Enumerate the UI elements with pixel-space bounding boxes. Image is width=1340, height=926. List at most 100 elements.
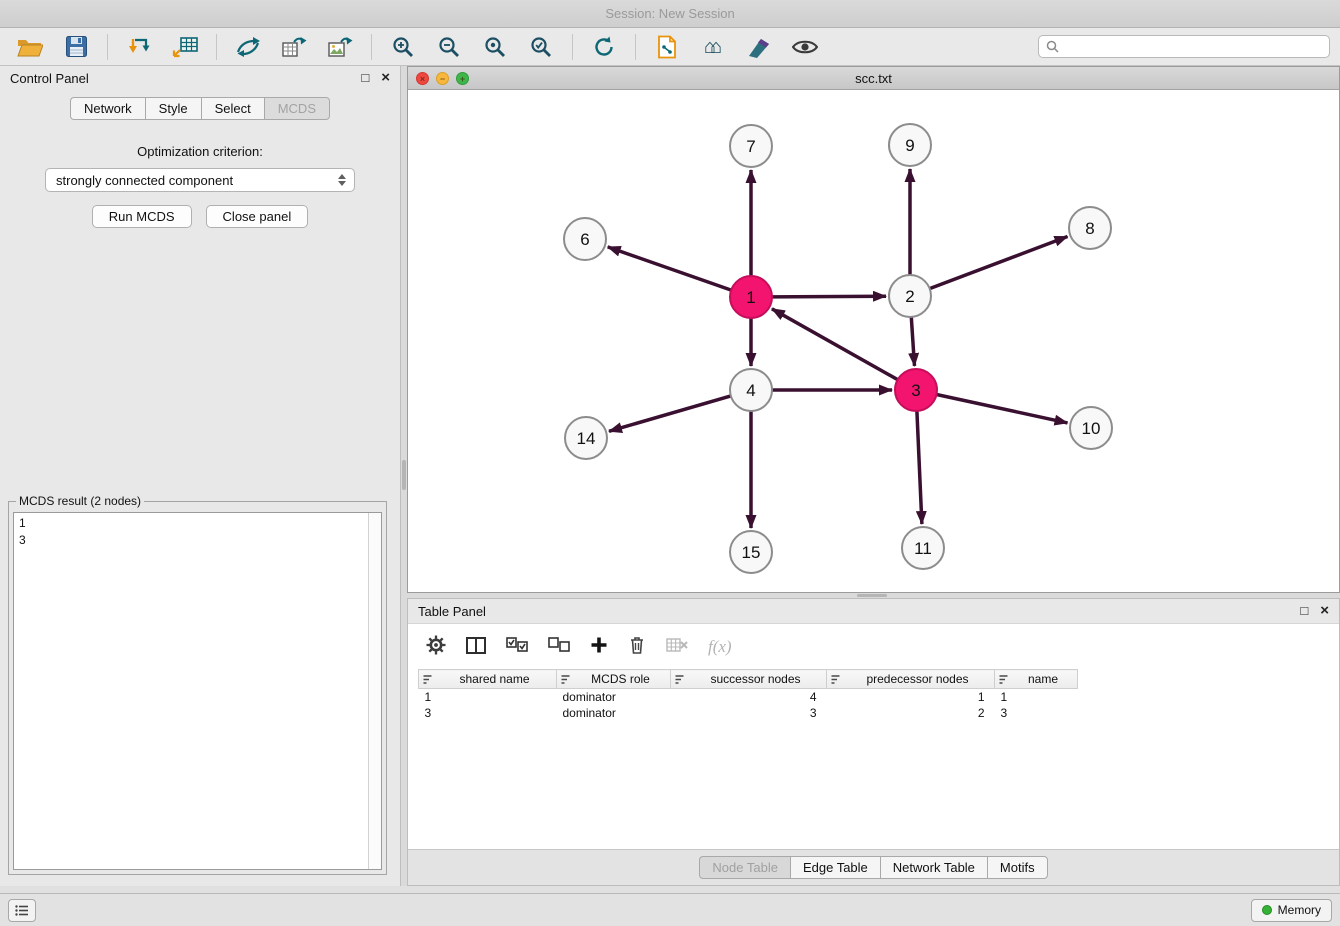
cell-name[interactable]: 1 xyxy=(995,689,1078,705)
cell-predecessor-nodes[interactable]: 1 xyxy=(827,689,995,705)
cell-shared-name[interactable]: 1 xyxy=(419,689,557,705)
cell-successor-nodes[interactable]: 3 xyxy=(671,705,827,721)
memory-button[interactable]: Memory xyxy=(1251,899,1332,922)
cell-predecessor-nodes[interactable]: 2 xyxy=(827,705,995,721)
column-header-mcds-role[interactable]: MCDS role xyxy=(557,670,671,689)
graph-edge-1-6[interactable] xyxy=(608,247,732,290)
sort-icon xyxy=(674,674,685,685)
graph-edge-2-8[interactable] xyxy=(930,237,1068,289)
toolbar-separator xyxy=(371,34,372,60)
titlebar[interactable]: Session: New Session xyxy=(0,0,1340,28)
network-window-header[interactable]: × − + scc.txt xyxy=(408,67,1339,90)
close-panel-button[interactable]: × xyxy=(381,71,390,85)
network-canvas[interactable]: 7968124314101511 xyxy=(408,90,1339,592)
export-table-button[interactable] xyxy=(274,32,314,62)
close-table-panel-button[interactable]: × xyxy=(1320,604,1329,618)
plus-icon xyxy=(590,636,608,654)
zoom-fit-button[interactable] xyxy=(475,32,515,62)
graph-edge-2-3[interactable] xyxy=(911,317,914,366)
close-panel-button-2[interactable]: Close panel xyxy=(206,205,309,228)
control-panel-header: Control Panel □ × xyxy=(0,66,400,90)
zoom-selected-button[interactable] xyxy=(521,32,561,62)
zoom-in-button[interactable] xyxy=(383,32,423,62)
zoom-fit-icon xyxy=(483,35,507,59)
attribute-table: shared name MCDS role successor nodes pr… xyxy=(418,669,1078,721)
import-network-button[interactable] xyxy=(119,32,159,62)
table-row[interactable]: 3 dominator 3 2 3 xyxy=(419,705,1078,721)
delete-column-button[interactable] xyxy=(628,635,646,658)
show-graphics-details-button[interactable] xyxy=(785,32,825,62)
tab-motifs[interactable]: Motifs xyxy=(987,856,1048,879)
table-settings-button[interactable] xyxy=(426,635,446,658)
function-builder-button[interactable]: f(x) xyxy=(708,637,732,657)
memory-label: Memory xyxy=(1278,903,1321,917)
task-history-button[interactable] xyxy=(8,899,36,922)
apply-style-button[interactable] xyxy=(739,32,779,62)
cell-mcds-role[interactable]: dominator xyxy=(557,705,671,721)
copy-document-button[interactable] xyxy=(647,32,687,62)
window-minimize-button[interactable]: − xyxy=(436,72,449,85)
tab-node-table[interactable]: Node Table xyxy=(699,856,790,879)
tab-edge-table[interactable]: Edge Table xyxy=(790,856,880,879)
criterion-dropdown[interactable]: strongly connected component xyxy=(45,168,355,192)
sort-icon xyxy=(422,674,433,685)
mcds-result-legend: MCDS result (2 nodes) xyxy=(16,494,144,508)
cell-successor-nodes[interactable]: 4 xyxy=(671,689,827,705)
table-row[interactable]: 1 dominator 4 1 1 xyxy=(419,689,1078,705)
graph-edge-1-2[interactable] xyxy=(772,296,886,297)
graph-edge-3-1[interactable] xyxy=(772,309,898,380)
mcds-result-group: MCDS result (2 nodes) 1 3 xyxy=(8,494,387,875)
graph-node-label-15: 15 xyxy=(742,543,761,562)
export-image-button[interactable] xyxy=(320,32,360,62)
cell-name[interactable]: 3 xyxy=(995,705,1078,721)
import-table-button[interactable] xyxy=(165,32,205,62)
delete-table-button[interactable] xyxy=(666,637,688,656)
home-icon: ⌂⌂ xyxy=(704,37,722,57)
cell-mcds-role[interactable]: dominator xyxy=(557,689,671,705)
column-header-name[interactable]: name xyxy=(995,670,1078,689)
mcds-result-scrollbar[interactable] xyxy=(368,513,381,869)
table-header-row: shared name MCDS role successor nodes pr… xyxy=(419,670,1078,689)
search-input[interactable] xyxy=(1064,40,1322,54)
refresh-icon xyxy=(592,35,616,59)
tab-select[interactable]: Select xyxy=(201,97,264,120)
column-header-shared-name[interactable]: shared name xyxy=(419,670,557,689)
float-panel-button[interactable]: □ xyxy=(361,71,369,85)
float-table-panel-button[interactable]: □ xyxy=(1300,604,1308,618)
deselect-all-button[interactable] xyxy=(548,637,570,656)
graph-node-label-7: 7 xyxy=(746,137,755,156)
swap-networks-button[interactable] xyxy=(228,32,268,62)
graph-edge-3-11[interactable] xyxy=(917,411,922,524)
home-view-button[interactable]: ⌂⌂ xyxy=(693,32,733,62)
tab-network[interactable]: Network xyxy=(70,97,145,120)
graph-node-label-3: 3 xyxy=(911,381,920,400)
vertical-splitter-grip[interactable] xyxy=(402,460,406,490)
graph-node-label-1: 1 xyxy=(746,288,755,307)
graph-node-label-14: 14 xyxy=(577,429,596,448)
save-session-button[interactable] xyxy=(56,32,96,62)
run-mcds-button[interactable]: Run MCDS xyxy=(92,205,192,228)
tab-mcds[interactable]: MCDS xyxy=(264,97,330,120)
graph-edge-4-14[interactable] xyxy=(609,396,731,431)
column-header-successor-nodes[interactable]: successor nodes xyxy=(671,670,827,689)
horizontal-splitter-grip[interactable] xyxy=(857,594,887,597)
refresh-view-button[interactable] xyxy=(584,32,624,62)
window-zoom-button[interactable]: + xyxy=(456,72,469,85)
show-columns-button[interactable] xyxy=(466,637,486,657)
sort-icon xyxy=(998,674,1009,685)
tab-network-table[interactable]: Network Table xyxy=(880,856,987,879)
zoom-selected-icon xyxy=(529,35,553,59)
graph-node-label-4: 4 xyxy=(746,381,755,400)
tab-style[interactable]: Style xyxy=(145,97,201,120)
open-session-button[interactable] xyxy=(10,32,50,62)
search-box[interactable] xyxy=(1038,35,1330,58)
add-column-button[interactable] xyxy=(590,636,608,657)
zoom-out-button[interactable] xyxy=(429,32,469,62)
window-close-button[interactable]: × xyxy=(416,72,429,85)
graph-edge-3-10[interactable] xyxy=(937,395,1068,423)
cell-shared-name[interactable]: 3 xyxy=(419,705,557,721)
mcds-result-box[interactable]: 1 3 xyxy=(13,512,382,870)
network-graph[interactable]: 7968124314101511 xyxy=(408,90,1339,592)
column-header-predecessor-nodes[interactable]: predecessor nodes xyxy=(827,670,995,689)
select-all-button[interactable] xyxy=(506,637,528,656)
